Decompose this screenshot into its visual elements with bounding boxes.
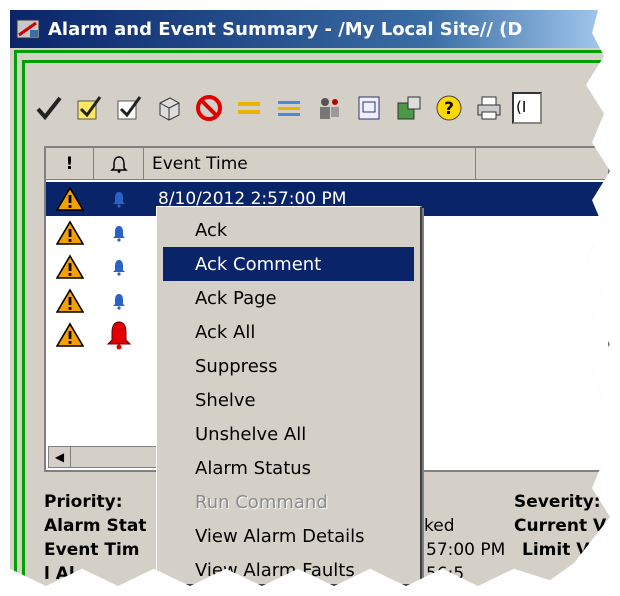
checkmark-icon[interactable] (32, 91, 66, 125)
menu-item-ack[interactable]: Ack (163, 213, 414, 247)
toolbar-filter-field[interactable]: (I (512, 92, 542, 124)
current-value-label: Current Va (514, 516, 617, 536)
warning-icon (46, 288, 94, 314)
cube-icon[interactable] (152, 91, 186, 125)
filter-lines-icon[interactable] (272, 91, 306, 125)
limit-value-label: Limit V (522, 540, 590, 560)
column-event-time[interactable]: Event Time (144, 148, 476, 179)
print-icon[interactable] (472, 91, 506, 125)
alarm-status-label: Alarm Stat (44, 516, 147, 536)
severity-label: Severity: (514, 492, 601, 512)
warning-icon (46, 220, 94, 246)
blue-bell-icon (94, 224, 144, 242)
warning-icon (46, 186, 94, 212)
menu-item-ack-all[interactable]: Ack All (163, 315, 414, 349)
menu-item-view-alarm-faults[interactable]: View Alarm Faults (163, 553, 414, 586)
alarm-status-value: ked (424, 516, 455, 536)
blue-bell-icon (94, 292, 144, 310)
menu-item-suppress[interactable]: Suppress (163, 349, 414, 383)
menu-item-unshelve-all[interactable]: Unshelve All (163, 417, 414, 451)
red-bell-icon (94, 320, 144, 350)
ack-comment-icon[interactable] (112, 91, 146, 125)
blue-bell-icon (94, 258, 144, 276)
app-icon (16, 18, 42, 40)
column-bell[interactable] (94, 148, 144, 179)
box-gear-icon[interactable] (392, 91, 426, 125)
blue-bell-icon (94, 190, 144, 208)
ack-check-icon[interactable] (72, 91, 106, 125)
bell-outline-icon (109, 155, 128, 173)
menu-item-ack-page[interactable]: Ack Page (163, 281, 414, 315)
priority-label: Priority: (44, 492, 123, 512)
menu-item-shelve[interactable]: Shelve (163, 383, 414, 417)
svg-text:?: ? (444, 99, 454, 119)
event-time-label: Event Tim (44, 540, 140, 560)
menu-item-run-command: Run Command (195, 491, 328, 513)
help-icon[interactable]: ? (432, 91, 466, 125)
last-alarm-label: l Al (44, 564, 75, 584)
column-next[interactable] (476, 148, 608, 179)
horizontal-scrollbar[interactable]: ◀ (48, 446, 158, 468)
context-menu: Ack Ack Comment Ack Page Ack All Suppress She… (156, 206, 422, 586)
last-time-value: 56:5 (426, 564, 465, 584)
menu-item-ack-comment[interactable]: Ack Comment (163, 247, 414, 281)
window-title: Alarm and Event Summary - /My Local Site… (48, 18, 523, 40)
warning-icon (46, 322, 94, 348)
list-header: ! Event Time (46, 148, 608, 180)
menu-item-view-alarm-details[interactable]: View Alarm Details (163, 519, 414, 553)
no-entry-icon[interactable] (192, 91, 226, 125)
page-icon[interactable] (352, 91, 386, 125)
people-icon[interactable] (312, 91, 346, 125)
alarm-summary-window: Alarm and Event Summary - /My Local Site… (10, 10, 610, 586)
equals-icon[interactable] (232, 91, 266, 125)
scroll-left-icon[interactable]: ◀ (49, 447, 71, 467)
title-bar[interactable]: Alarm and Event Summary - /My Local Site… (10, 10, 610, 48)
toolbar: ? (I (28, 82, 610, 134)
event-time-value: 57:00 PM (426, 540, 506, 560)
menu-item-alarm-status[interactable]: Alarm Status (163, 451, 414, 485)
column-priority[interactable]: ! (46, 148, 94, 179)
warning-icon (46, 254, 94, 280)
